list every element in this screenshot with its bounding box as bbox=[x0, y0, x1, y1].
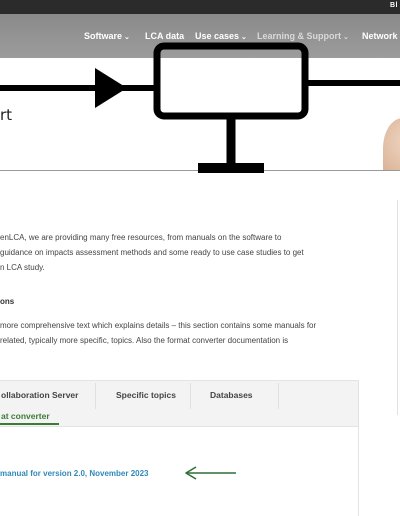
tab-separator bbox=[190, 383, 191, 409]
tab-format-converter[interactable]: at converter bbox=[1, 411, 50, 421]
tab-bar: ollaboration Server Specific topics Data… bbox=[0, 381, 358, 427]
paragraph-line: related, typically more specific, topics… bbox=[0, 336, 289, 345]
top-utility-bar: Bl bbox=[0, 0, 400, 14]
tab-collaboration-server[interactable]: ollaboration Server bbox=[1, 390, 78, 400]
tab-separator bbox=[278, 383, 279, 409]
active-tab-indicator bbox=[0, 423, 59, 425]
intro-line: enLCA, we are providing many free resour… bbox=[0, 233, 282, 242]
tab-separator bbox=[95, 383, 96, 409]
paragraph-line: more comprehensive text which explains d… bbox=[0, 321, 317, 330]
left-arrow-icon bbox=[185, 466, 236, 480]
sidebar-border bbox=[397, 200, 398, 415]
block-diagram-overlay-icon bbox=[0, 42, 400, 173]
manual-download-link[interactable]: manual for version 2.0, November 2023 bbox=[0, 469, 149, 478]
top-utility-text[interactable]: Bl bbox=[390, 2, 398, 9]
section-heading: ons bbox=[0, 297, 15, 306]
section-paragraph: more comprehensive text which explains d… bbox=[0, 318, 355, 348]
diagram-block bbox=[153, 42, 309, 120]
tab-specific-topics[interactable]: Specific topics bbox=[116, 390, 176, 400]
intro-line: guidance on impacts assessment methods a… bbox=[0, 248, 304, 257]
manuals-tabs-panel: ollaboration Server Specific topics Data… bbox=[0, 380, 359, 516]
diagram-arrow-head bbox=[95, 68, 127, 108]
intro-line: n LCA study. bbox=[0, 263, 45, 272]
tab-databases[interactable]: Databases bbox=[210, 390, 253, 400]
intro-paragraph: enLCA, we are providing many free resour… bbox=[0, 230, 350, 275]
